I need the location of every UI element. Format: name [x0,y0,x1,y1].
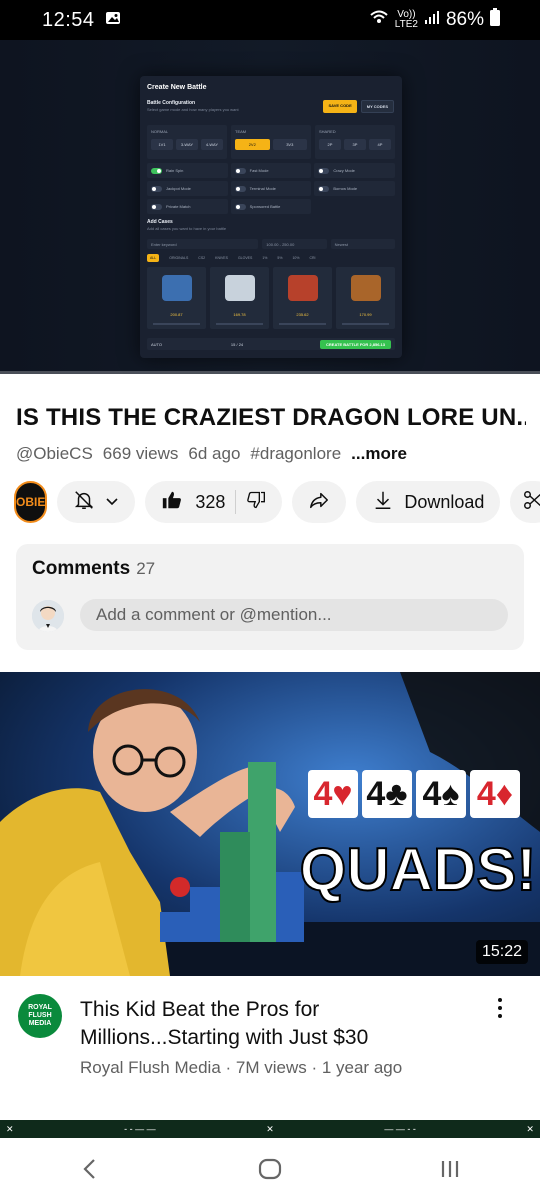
case-card: 170.99 [336,267,395,329]
download-button[interactable]: Download [356,481,501,523]
video-player[interactable]: Create New Battle Battle Configuration S… [0,40,540,374]
status-bar: 12:54 Vo)) LTE2 86% [0,0,540,40]
video-duration: 15:22 [475,940,528,964]
battery-label: 86% [445,9,484,30]
download-icon [372,489,394,516]
like-divider [235,490,237,514]
user-avatar [32,600,64,632]
like-count: 328 [195,491,226,512]
card-label: 4♥ [313,775,352,813]
recommended-thumbnail[interactable]: 4♥ 4♣ 4♠ 4♦ QUADS! 15:22 [0,672,540,976]
more-link[interactable]: ...more [351,444,407,464]
close-icon[interactable]: ✕ [526,1124,534,1135]
modal-title: Create New Battle [147,84,207,91]
back-icon [83,1159,95,1179]
share-icon [308,489,330,516]
recents-icon [441,1161,459,1177]
gallery-icon [105,9,121,32]
video-title[interactable]: IS THIS THE CRAZIEST DRAGON LORE UN... [16,404,526,432]
scissors-icon [522,489,540,516]
network-label: Vo)) LTE2 [394,9,418,30]
card-label: 4♦ [477,775,513,813]
mode-shared: SHARED 2P 3P 4P [315,125,395,159]
case-card: 235.62 [273,267,332,329]
like-button[interactable]: 328 [161,489,225,516]
battery-icon [490,8,500,32]
toggle-item: Rain Spin [147,163,228,178]
strip-dash: — — - - [384,1124,416,1134]
toggle-grid: Rain Spin Fast Mode Crazy Mode Jackpot M… [147,163,395,214]
channel-avatar[interactable]: OBIE [14,481,48,523]
comments-section[interactable]: Comments 27 Add a comment or @mention... [16,544,524,650]
watch-sheet: IS THIS THE CRAZIEST DRAGON LORE UN... @… [0,374,540,1120]
toggle-item: Crazy Mode [314,163,395,178]
comments-header: Comments 27 [32,558,155,580]
thumbs-down-icon [246,491,266,514]
sort-by-field: Newest [330,239,395,249]
home-icon [258,1158,282,1180]
status-time: 12:54 [42,8,95,31]
my-codes-button: MY CODES [360,100,394,113]
recommended-video-title[interactable]: This Kid Beat the Pros for Millions...St… [80,996,480,1052]
battle-modal: Create New Battle Battle Configuration S… [140,76,402,358]
home-button[interactable] [240,1149,300,1189]
filter-row: Enter keyword 100.00 - 250.00 Newest [147,239,395,249]
toggle-item: Private Match [147,199,228,214]
share-button[interactable] [292,481,347,523]
comments-title: Comments [32,558,131,579]
video-meta[interactable]: @ObieCS 669 views 6d ago #dragonlore ...… [16,444,407,464]
strip-dash: - - — — [124,1124,156,1134]
mode-row: NORMAL 1V1 3-WAY 4-WAY TEAM 2V2 3V3 SHAR… [147,125,395,159]
wifi-icon [369,9,389,31]
thumbnail-art: 4♥ 4♣ 4♠ 4♦ QUADS! [0,672,540,976]
comment-input[interactable]: Add a comment or @mention... [80,599,508,631]
clip-button[interactable] [510,481,540,523]
like-dislike-pill: 328 [145,481,283,523]
recents-button[interactable] [420,1149,480,1189]
case-card: 169.78 [210,267,269,329]
more-options-icon[interactable] [488,996,512,1020]
modal-footer: AUTO 15 / 24 CREATE BATTLE FOR 2,856.13 [147,338,395,350]
bell-off-icon [73,489,95,516]
action-row: OBIE 328 Download [14,480,540,524]
toggle-item: Terminal Mode [230,181,312,196]
download-label: Download [404,491,485,512]
close-icon[interactable]: ✕ [6,1124,14,1135]
thumbs-up-icon [161,489,183,516]
card-label: 4♠ [423,775,460,813]
card-label: 4♣ [366,775,407,813]
view-count: 669 views [102,444,179,463]
save-code-button: SAVE CODE [323,100,357,113]
create-battle-button: CREATE BATTLE FOR 2,856.13 [320,339,391,349]
banner-strip[interactable]: ✕ - - — — ✕ — — - - ✕ [0,1120,540,1138]
toggle-item: Jackpot Mode [147,181,228,196]
toggle-item: Fast Mode [230,163,312,178]
subscribe-notification-button[interactable] [57,481,136,523]
category-row: ALL ORIGINALS CS2 KNIVES GLOVES 1% 5% 10… [147,254,395,262]
recommended-video-info[interactable]: ROYAL FLUSH MEDIA This Kid Beat the Pros… [0,992,540,1092]
price-range-field: 100.00 - 250.00 [262,239,327,249]
back-button[interactable] [60,1149,120,1189]
add-cases-desc: Add all cases you want to have in your b… [147,226,227,231]
recommended-channel-logo[interactable]: ROYAL FLUSH MEDIA [18,994,62,1038]
case-card: 200.87 [147,267,206,329]
upload-age: 6d ago [188,444,241,463]
chevron-down-icon [105,492,119,513]
system-nav-bar [0,1138,540,1200]
thumbnail-headline: QUADS! [300,836,537,903]
hashtag-link[interactable]: #dragonlore [250,444,341,464]
toggle-item: Borrow Mode [314,181,395,196]
comments-count: 27 [136,559,156,578]
add-cases-label: Add Cases [147,219,173,225]
mode-normal: NORMAL 1V1 3-WAY 4-WAY [147,125,227,159]
signal-icon [424,9,440,31]
dislike-button[interactable] [246,490,266,515]
mode-team: TEAM 2V2 3V3 [231,125,311,159]
case-list: 200.87 169.78 235.62 170.99 [147,267,395,329]
case-search-field: Enter keyword [147,239,259,249]
toggle-item: Sponsored Battle [230,199,312,214]
close-icon[interactable]: ✕ [266,1124,274,1135]
channel-handle: @ObieCS [16,444,93,463]
recommended-video-meta: Royal Flush Media · 7M views · 1 year ag… [80,1058,403,1077]
